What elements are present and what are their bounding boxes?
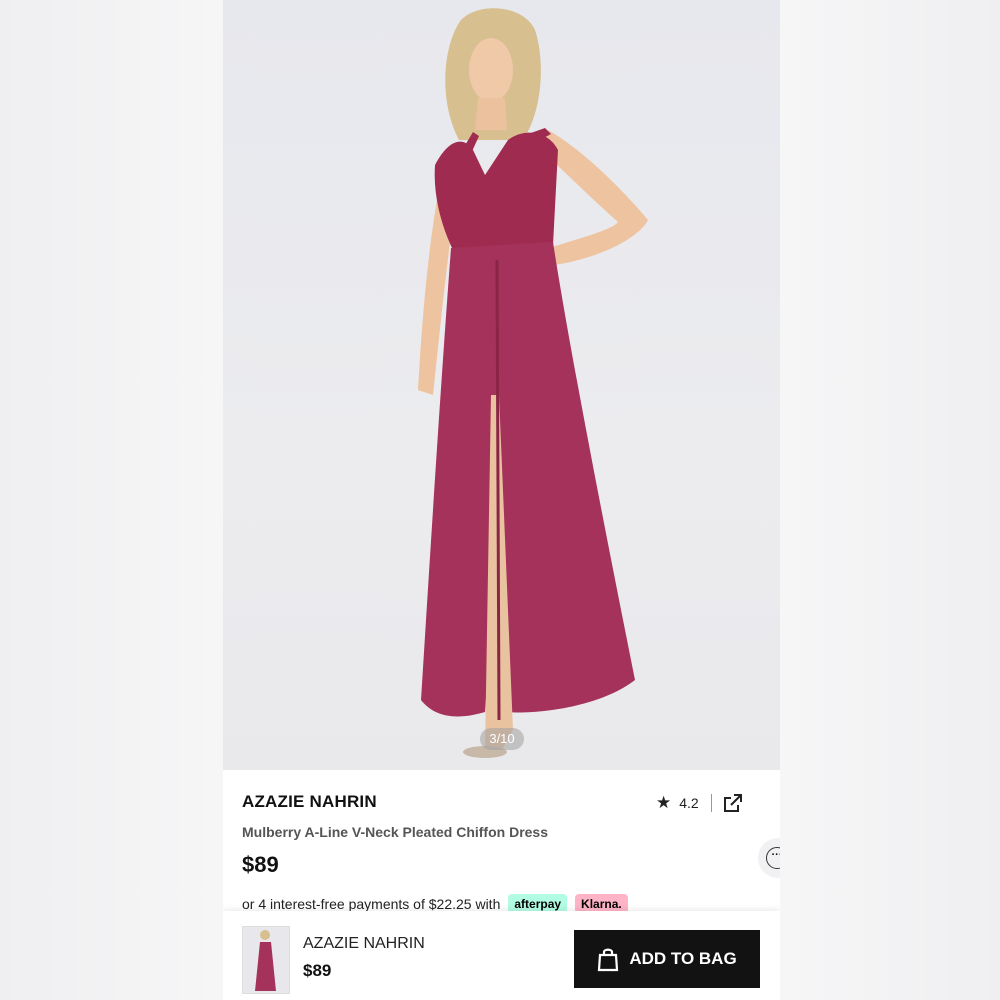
product-info: AZAZIE NAHRIN ★ 4.2 Mulberry A-Line V-Ne… [223,770,780,915]
bar-price: $89 [303,961,332,980]
model-illustration [418,8,648,758]
rating-value: 4.2 [679,795,699,811]
bottom-purchase-bar: AZAZIE NAHRIN $89 ADD TO BAG [223,911,780,1000]
bar-brand: AZAZIE NAHRIN [303,935,425,952]
product-title: Mulberry A-Line V-Neck Pleated Chiffon D… [242,824,548,840]
add-to-bag-button[interactable]: ADD TO BAG [574,930,760,988]
product-thumbnail[interactable] [242,926,290,994]
divider [710,794,712,812]
left-backdrop [0,0,223,1000]
more-icon: ··· [766,847,780,869]
product-page: 3/10 AZAZIE NAHRIN ★ 4.2 Mulberry A-Line… [223,0,780,1000]
star-icon: ★ [656,793,672,812]
installments-text: or 4 interest-free payments of $22.25 wi… [242,896,501,912]
product-price: $89 [242,852,279,877]
share-icon[interactable] [722,792,744,814]
add-to-bag-label: ADD TO BAG [629,949,737,968]
right-backdrop [780,0,1000,1000]
product-brand[interactable]: AZAZIE NAHRIN [242,792,377,812]
rating-area[interactable]: ★ 4.2 [656,790,744,816]
product-image[interactable]: 3/10 [223,0,780,770]
bag-icon [598,948,619,972]
image-counter: 3/10 [480,728,524,750]
